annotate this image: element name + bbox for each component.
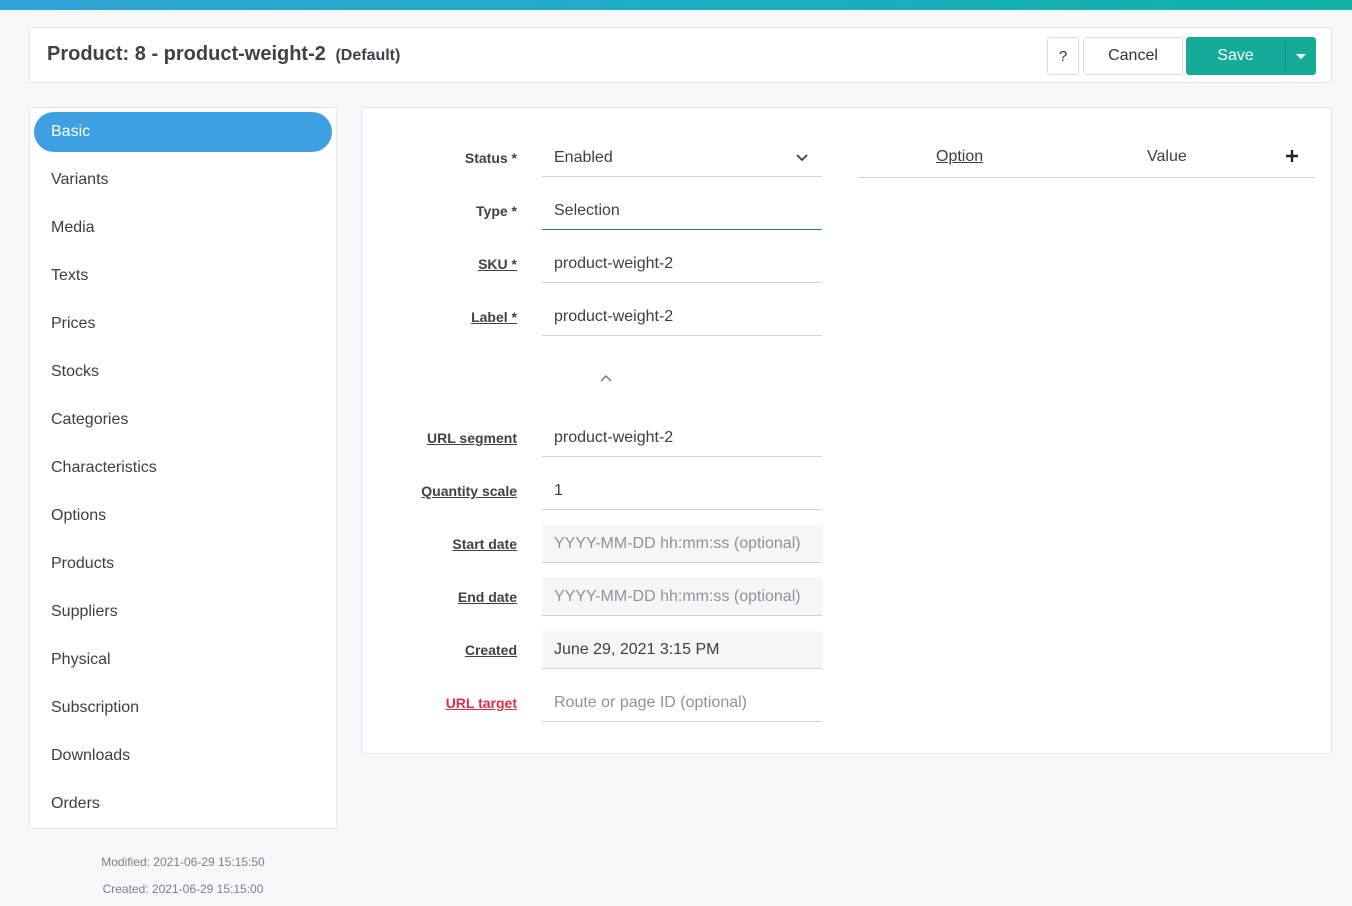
end-date-placeholder: YYYY-MM-DD hh:mm:ss (optional) (554, 587, 801, 605)
sku-value: product-weight-2 (554, 254, 674, 272)
end-date-label[interactable]: End date (458, 589, 517, 605)
url-segment-input[interactable]: product-weight-2 (542, 419, 822, 457)
options-table-header: Option Value (858, 138, 1315, 178)
nav-item-suppliers[interactable]: Suppliers (34, 592, 332, 632)
nav-item-stocks[interactable]: Stocks (34, 352, 332, 392)
nav-item-options[interactable]: Options (34, 496, 332, 536)
quantity-scale-label[interactable]: Quantity scale (421, 483, 517, 499)
nav-item-characteristics[interactable]: Characteristics (34, 448, 332, 488)
url-segment-value: product-weight-2 (554, 428, 674, 446)
start-date-input[interactable]: YYYY-MM-DD hh:mm:ss (optional) (542, 525, 822, 563)
page-title-text: Product: 8 - product-weight-2 (47, 43, 326, 65)
save-button[interactable]: Save (1186, 37, 1285, 75)
start-date-label[interactable]: Start date (452, 536, 517, 552)
label-label[interactable]: Label * (471, 309, 517, 325)
status-select[interactable]: Enabled (542, 139, 822, 177)
nav-item-orders[interactable]: Orders (34, 784, 332, 824)
start-date-placeholder: YYYY-MM-DD hh:mm:ss (optional) (554, 534, 801, 552)
nav-item-subscription[interactable]: Subscription (34, 688, 332, 728)
nav-item-products[interactable]: Products (34, 544, 332, 584)
end-date-input[interactable]: YYYY-MM-DD hh:mm:ss (optional) (542, 578, 822, 616)
cancel-button[interactable]: Cancel (1083, 37, 1183, 75)
url-target-input[interactable]: Route or page ID (optional) (542, 684, 822, 722)
type-value: Selection (554, 201, 620, 219)
created-input: June 29, 2021 3:15 PM (542, 631, 822, 669)
chevron-down-icon (796, 154, 808, 162)
nav-item-downloads[interactable]: Downloads (34, 736, 332, 776)
created-value: June 29, 2021 3:15 PM (554, 640, 720, 658)
type-label: Type * (476, 203, 517, 219)
modified-timestamp: Modified: 2021-06-29 15:15:50 (101, 855, 265, 869)
sidebar-nav: Basic Variants Media Texts Prices Stocks… (29, 107, 337, 829)
nav-item-prices[interactable]: Prices (34, 304, 332, 344)
sku-label[interactable]: SKU * (478, 256, 517, 272)
caret-down-icon (1296, 53, 1306, 59)
nav-item-physical[interactable]: Physical (34, 640, 332, 680)
label-input[interactable]: product-weight-2 (542, 298, 822, 336)
url-target-label[interactable]: URL target (446, 695, 517, 711)
quantity-scale-value: 1 (554, 481, 563, 499)
nav-item-media[interactable]: Media (34, 208, 332, 248)
page-title-site: (Default) (335, 47, 401, 64)
quantity-scale-input[interactable]: 1 (542, 472, 822, 510)
page-header: Product: 8 - product-weight-2 (Default) … (29, 27, 1332, 83)
created-timestamp: Created: 2021-06-29 15:15:00 (102, 882, 264, 896)
created-label[interactable]: Created (465, 642, 517, 658)
page-title: Product: 8 - product-weight-2 (Default) (47, 43, 400, 66)
plus-icon (1286, 150, 1298, 162)
nav-item-basic[interactable]: Basic (34, 112, 332, 152)
nav-item-texts[interactable]: Texts (34, 256, 332, 296)
sku-input[interactable]: product-weight-2 (542, 245, 822, 283)
save-dropdown-button[interactable] (1285, 37, 1316, 75)
status-value: Enabled (554, 148, 613, 166)
type-input[interactable]: Selection (542, 192, 822, 230)
url-segment-label[interactable]: URL segment (427, 430, 517, 446)
nav-item-variants[interactable]: Variants (34, 160, 332, 200)
value-column-header: Value (1147, 148, 1187, 165)
chevron-up-icon[interactable] (600, 374, 612, 382)
nav-item-categories[interactable]: Categories (34, 400, 332, 440)
url-target-placeholder: Route or page ID (optional) (554, 693, 747, 711)
status-label: Status * (464, 150, 517, 166)
label-value: product-weight-2 (554, 307, 674, 325)
basic-form-panel: Status * Enabled Type * Selection SKU * … (361, 107, 1332, 754)
help-button[interactable]: ? (1047, 37, 1079, 75)
top-accent-bar (0, 0, 1352, 10)
option-column-header[interactable]: Option (936, 148, 983, 166)
add-option-button[interactable] (1284, 144, 1300, 168)
